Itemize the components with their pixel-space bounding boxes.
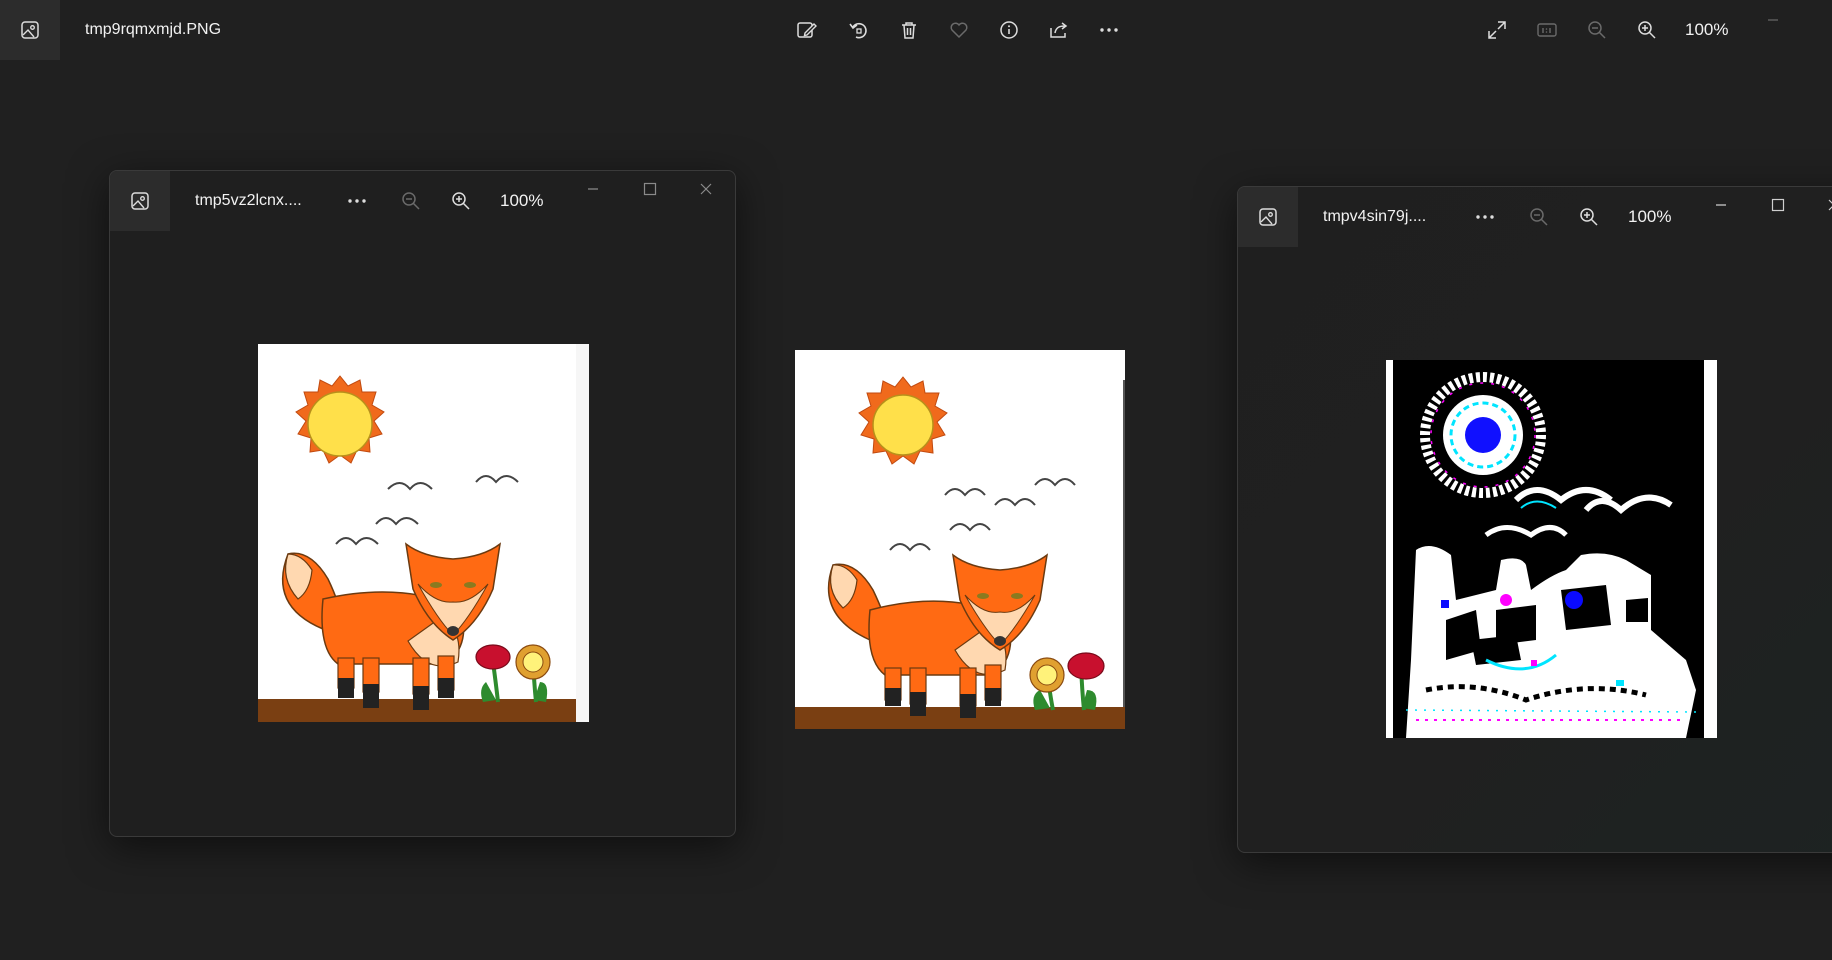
fullscreen-button[interactable] bbox=[1483, 16, 1511, 44]
close-icon bbox=[1826, 197, 1832, 213]
zoom-out-button[interactable] bbox=[397, 187, 425, 215]
favorite-heart-icon bbox=[948, 19, 970, 41]
zoom-level[interactable]: 100% bbox=[1628, 207, 1671, 227]
minimize-icon bbox=[1765, 8, 1781, 24]
edit-image-icon bbox=[796, 19, 818, 41]
app-icon-tile[interactable] bbox=[1238, 187, 1298, 247]
close-icon bbox=[698, 181, 714, 197]
viewer-window-left[interactable]: tmp5vz2lcnx.... 100% bbox=[109, 170, 736, 837]
rotate-icon bbox=[848, 19, 870, 41]
zoom-out-icon bbox=[400, 190, 422, 212]
viewer-window-right[interactable]: tmpv4sin79j.... 100% bbox=[1237, 186, 1832, 853]
maximize-icon bbox=[1770, 197, 1786, 213]
zoom-out-button[interactable] bbox=[1525, 203, 1553, 231]
minimize-button[interactable] bbox=[585, 181, 601, 197]
more-options-button[interactable] bbox=[1095, 16, 1123, 44]
zoom-out-icon bbox=[1528, 206, 1550, 228]
photos-app-icon bbox=[1258, 207, 1278, 227]
zoom-in-button[interactable] bbox=[447, 187, 475, 215]
maximize-button[interactable] bbox=[1770, 197, 1786, 213]
actual-size-icon bbox=[1536, 19, 1558, 41]
minimize-button[interactable] bbox=[1713, 197, 1729, 213]
window-title: tmp5vz2lcnx.... bbox=[195, 192, 302, 209]
app-icon-tile[interactable] bbox=[0, 0, 60, 60]
zoom-in-icon bbox=[450, 190, 472, 212]
photos-app-icon bbox=[130, 191, 150, 211]
fullscreen-icon bbox=[1486, 19, 1508, 41]
delete-icon bbox=[898, 19, 920, 41]
close-button[interactable] bbox=[1826, 197, 1832, 213]
minimize-icon bbox=[1713, 197, 1729, 213]
more-options-button[interactable] bbox=[1471, 203, 1499, 231]
actual-size-button[interactable] bbox=[1533, 16, 1561, 44]
minimize-button[interactable] bbox=[1765, 8, 1781, 24]
maximize-button[interactable] bbox=[642, 181, 658, 197]
favorite-button[interactable] bbox=[945, 16, 973, 44]
info-icon bbox=[998, 19, 1020, 41]
window-title: tmpv4sin79j.... bbox=[1323, 208, 1427, 225]
zoom-in-icon bbox=[1578, 206, 1600, 228]
image-fox bbox=[258, 344, 589, 722]
delete-button[interactable] bbox=[895, 16, 923, 44]
image-noisy-fox bbox=[1386, 360, 1717, 738]
app-icon-tile[interactable] bbox=[110, 171, 170, 231]
more-options-icon bbox=[346, 190, 368, 212]
close-button[interactable] bbox=[698, 181, 714, 197]
zoom-out-icon bbox=[1586, 19, 1608, 41]
zoom-level[interactable]: 100% bbox=[500, 191, 543, 211]
photos-app-icon bbox=[20, 20, 40, 40]
rotate-button[interactable] bbox=[845, 16, 873, 44]
zoom-in-button[interactable] bbox=[1633, 16, 1661, 44]
info-button[interactable] bbox=[995, 16, 1023, 44]
share-button[interactable] bbox=[1045, 16, 1073, 44]
minimize-icon bbox=[585, 181, 601, 197]
more-options-icon bbox=[1098, 19, 1120, 41]
share-icon bbox=[1048, 19, 1070, 41]
main-title-bar: tmp9rqmxmjd.PNG 100% bbox=[0, 0, 1832, 60]
window-title: tmp9rqmxmjd.PNG bbox=[85, 21, 222, 38]
more-options-button[interactable] bbox=[343, 187, 371, 215]
main-image-fox bbox=[795, 350, 1125, 729]
edit-image-button[interactable] bbox=[793, 16, 821, 44]
more-options-icon bbox=[1474, 206, 1496, 228]
maximize-icon bbox=[642, 181, 658, 197]
zoom-in-button[interactable] bbox=[1575, 203, 1603, 231]
zoom-out-button[interactable] bbox=[1583, 16, 1611, 44]
zoom-level[interactable]: 100% bbox=[1685, 20, 1728, 40]
zoom-in-icon bbox=[1636, 19, 1658, 41]
